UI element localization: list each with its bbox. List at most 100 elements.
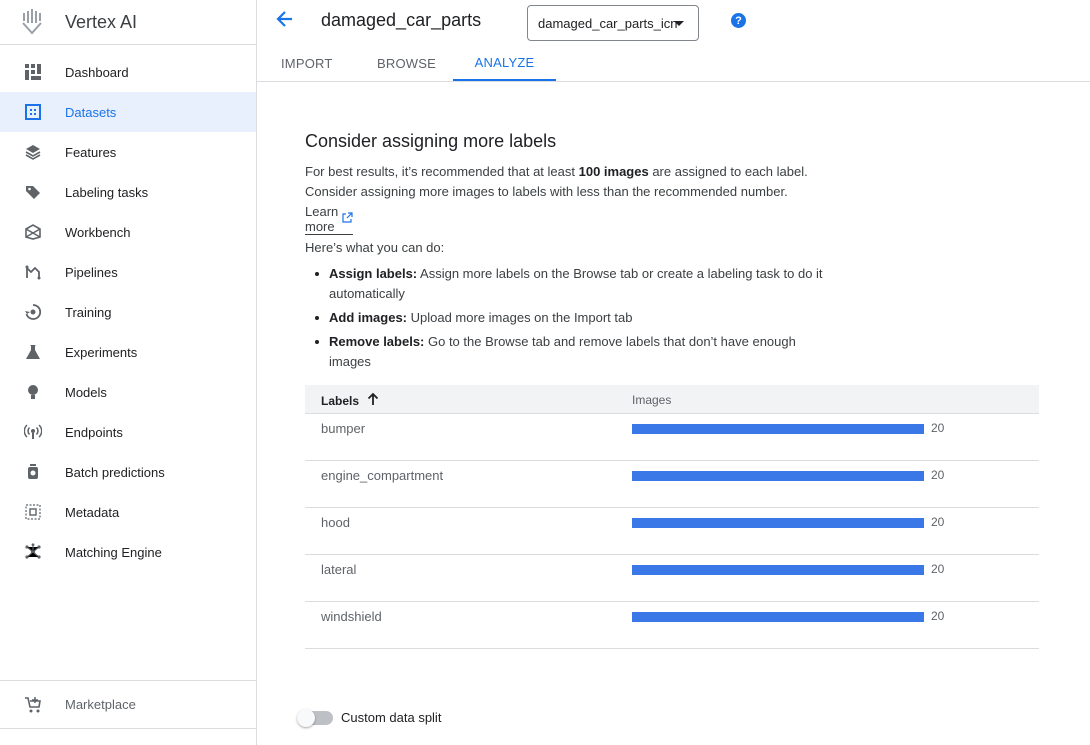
sort-ascending-icon (367, 392, 379, 409)
suggestion-title: Remove labels: (329, 334, 425, 349)
image-count-bar-fill (632, 565, 924, 575)
intro-text-line-1: For best results, it’s recommended that … (305, 164, 808, 179)
sidebar-item-label: Pipelines (65, 264, 118, 280)
table-row: lateral 20 (305, 555, 1039, 602)
caret-down-icon (674, 21, 684, 26)
back-arrow-icon[interactable] (275, 9, 295, 29)
sidebar-item-label: Endpoints (65, 424, 123, 440)
image-count-bar (632, 424, 924, 434)
sidebar-header: Vertex AI (0, 0, 256, 45)
sidebar-item-label: Datasets (65, 104, 117, 120)
column-header-images: Images (632, 393, 672, 407)
datasets-icon (24, 103, 42, 121)
sidebar-item-batch-predictions[interactable]: Batch predictions (0, 452, 256, 492)
intro-text-line-2: Consider assigning more images to labels… (305, 184, 788, 199)
suggestion-assign-labels: Assign labels: Assign more labels on the… (315, 264, 825, 304)
dashboard-icon (24, 63, 42, 81)
sidebar-item-label: Marketplace (65, 697, 136, 712)
flask-icon (24, 343, 42, 361)
sidebar-item-labeling-tasks[interactable]: Labeling tasks (0, 172, 256, 212)
sidebar-divider (0, 728, 256, 729)
image-count: 20 (931, 421, 945, 435)
label-name: hood (321, 515, 350, 530)
suggestion-add-images: Add images: Upload more images on the Im… (315, 308, 825, 328)
intro-text-part: For best results, it’s recommended that … (305, 164, 579, 179)
custom-data-split-toggle[interactable] (297, 709, 333, 727)
section-heading: Consider assigning more labels (305, 131, 557, 151)
sidebar-nav: Dashboard Datasets Features Labeling tas… (0, 45, 256, 572)
suggestion-remove-labels: Remove labels: Go to the Browse tab and … (315, 332, 825, 372)
intro-text-part: are assigned to each label. (648, 164, 808, 179)
endpoints-icon (24, 423, 42, 441)
sidebar-item-datasets[interactable]: Datasets (0, 92, 256, 132)
tag-icon (24, 183, 42, 201)
image-count-bar (632, 565, 924, 575)
bulb-icon (24, 383, 42, 401)
sidebar-item-features[interactable]: Features (0, 132, 256, 172)
tab-bar: IMPORT BROWSE ANALYZE (257, 45, 1090, 82)
sidebar-item-label: Dashboard (65, 64, 129, 80)
workbench-icon (24, 223, 42, 241)
sidebar-item-label: Workbench (65, 224, 131, 240)
table-row: bumper 20 (305, 414, 1039, 461)
tab-browse[interactable]: BROWSE (377, 45, 436, 81)
todo-heading: Here’s what you can do: (305, 240, 445, 255)
custom-data-split-label: Custom data split (341, 710, 442, 725)
matching-engine-icon (24, 543, 42, 561)
help-icon[interactable]: ? (731, 13, 746, 28)
image-count: 20 (931, 515, 945, 529)
table-row: windshield 20 (305, 602, 1039, 649)
label-name: bumper (321, 421, 366, 436)
sidebar-item-experiments[interactable]: Experiments (0, 332, 256, 372)
label-distribution-table: Labels Images bumper 20 engine_compartme… (305, 385, 1039, 649)
pipelines-icon (24, 263, 42, 281)
image-count-bar (632, 518, 924, 528)
image-count: 20 (931, 609, 945, 623)
image-count-bar-fill (632, 471, 924, 481)
sidebar-item-dashboard[interactable]: Dashboard (0, 52, 256, 92)
table-row: engine_compartment 20 (305, 461, 1039, 508)
learn-more-link[interactable]: Learn more (305, 204, 354, 235)
cart-icon (24, 696, 42, 714)
column-header-labels[interactable]: Labels (321, 392, 379, 409)
table-row: hood 20 (305, 508, 1039, 555)
tab-analyze[interactable]: ANALYZE (453, 45, 556, 81)
features-icon (24, 143, 42, 161)
training-icon (24, 303, 42, 321)
vertex-ai-logo-icon[interactable] (22, 9, 44, 35)
app-title: Vertex AI (65, 11, 138, 32)
table-header: Labels Images (305, 385, 1039, 414)
learn-more-label: Learn more (305, 204, 339, 234)
suggestion-list: Assign labels: Assign more labels on the… (315, 264, 825, 376)
sidebar-item-metadata[interactable]: Metadata (0, 492, 256, 532)
sidebar-item-workbench[interactable]: Workbench (0, 212, 256, 252)
sidebar-item-label: Training (65, 304, 112, 320)
page-header: damaged_car_parts damaged_car_parts_icn … (257, 0, 1090, 45)
page-title: damaged_car_parts (321, 10, 482, 30)
sidebar-item-models[interactable]: Models (0, 372, 256, 412)
sidebar-item-matching-engine[interactable]: Matching Engine (0, 532, 256, 572)
suggestion-text: Upload more images on the Import tab (407, 310, 633, 325)
label-name: lateral (321, 562, 357, 577)
suggestion-title: Assign labels: (329, 266, 418, 281)
image-count: 20 (931, 562, 945, 576)
sidebar: Vertex AI Dashboard Datasets Features La… (0, 0, 257, 745)
batch-icon (24, 463, 42, 481)
image-count-bar (632, 471, 924, 481)
image-count-bar (632, 612, 924, 622)
tab-import[interactable]: IMPORT (281, 45, 333, 81)
intro-text-bold: 100 images (578, 164, 649, 179)
sidebar-item-marketplace[interactable]: Marketplace (0, 680, 256, 728)
column-header-label-text: Labels (321, 393, 360, 408)
image-count-bar-fill (632, 612, 924, 622)
label-name: windshield (321, 609, 382, 624)
dataset-version-select-value: damaged_car_parts_icn (538, 15, 678, 31)
dataset-version-select[interactable]: damaged_car_parts_icn (527, 5, 699, 41)
sidebar-item-endpoints[interactable]: Endpoints (0, 412, 256, 452)
image-count-bar-fill (632, 424, 924, 434)
metadata-icon (24, 503, 42, 521)
sidebar-item-pipelines[interactable]: Pipelines (0, 252, 256, 292)
external-link-icon (341, 211, 353, 227)
image-count-bar-fill (632, 518, 924, 528)
sidebar-item-training[interactable]: Training (0, 292, 256, 332)
